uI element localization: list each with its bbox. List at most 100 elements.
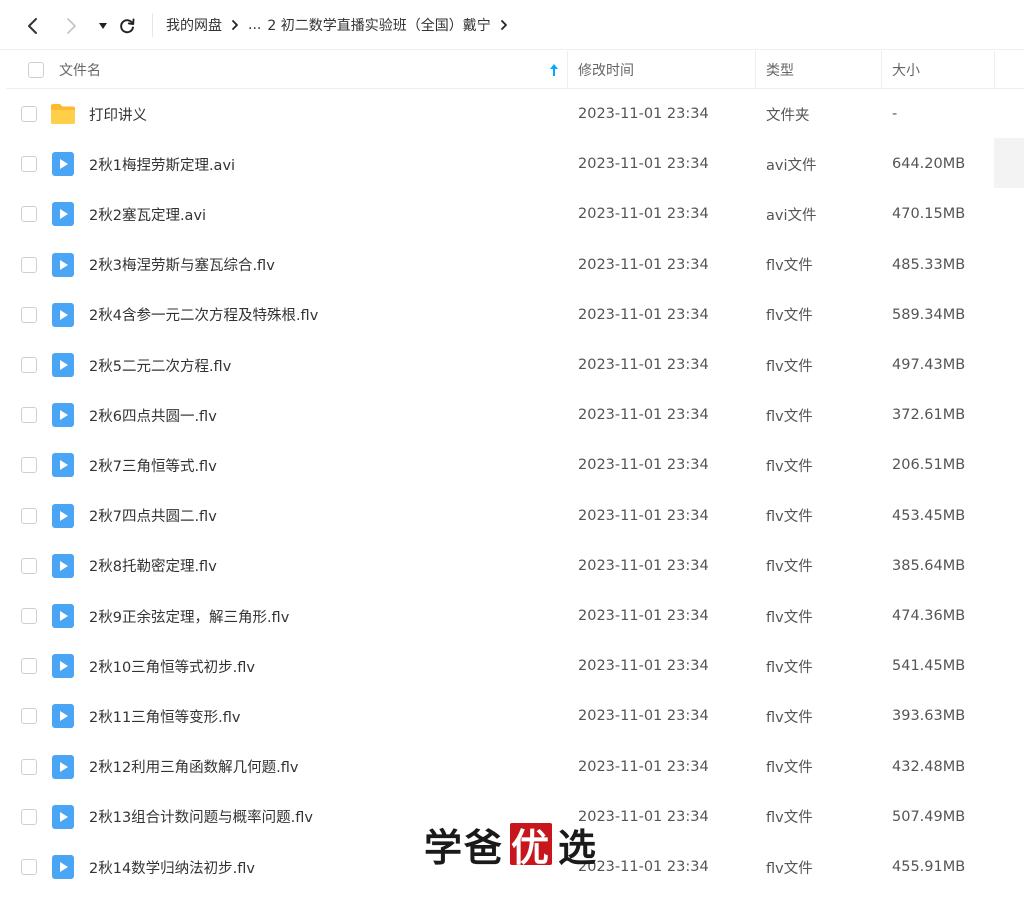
file-name[interactable]: 2秋9正余弦定理，解三角形.flv [89,591,289,641]
column-divider[interactable] [567,51,568,89]
file-row[interactable]: 2秋12利用三角函数解几何题.flv 2023-11-01 23:34 flv文件 4… [6,742,1024,792]
file-row[interactable]: 2秋6四点共圆一.flv 2023-11-01 23:34 flv文件 372.61M… [6,390,1024,440]
select-all-checkbox[interactable] [28,62,44,78]
forward-button[interactable] [59,14,83,38]
file-name[interactable]: 2秋14数学归纳法初步.flv [89,842,255,892]
file-type: flv文件 [766,659,813,676]
column-header-modified-label: 修改时间 [578,63,634,79]
column-header-type[interactable]: 类型 [766,51,794,89]
caret-down-icon [99,23,107,29]
column-header-type-label: 类型 [766,63,794,79]
row-checkbox-cell [21,89,37,139]
row-checkbox[interactable] [21,106,37,122]
column-header-modified[interactable]: 修改时间 [578,51,634,89]
file-modified-time: 2023-11-01 23:34 [578,457,709,474]
breadcrumb-root[interactable]: 我的网盘 [166,15,222,35]
file-row[interactable]: 打印讲义 2023-11-01 23:34 文件夹 - [6,89,1024,139]
file-size: 589.34MB [892,306,966,323]
file-modified-time: 2023-11-01 23:34 [578,206,709,223]
history-dropdown-button[interactable] [91,14,115,38]
file-name[interactable]: 2秋1梅捏劳斯定理.avi [89,139,235,189]
file-name[interactable]: 2秋10三角恒等式初步.flv [89,641,255,691]
row-checkbox-cell [21,139,37,189]
file-size: 385.64MB [892,557,966,574]
file-modified-time: 2023-11-01 23:34 [578,256,709,273]
row-checkbox[interactable] [21,507,37,524]
file-modified-time: 2023-11-01 23:34 [578,758,709,775]
file-row[interactable]: 2秋7三角恒等式.flv 2023-11-01 23:34 flv文件 206.51M… [6,440,1024,490]
file-type: avi文件 [766,157,817,174]
file-row[interactable]: 2秋3梅涅劳斯与塞瓦综合.flv 2023-11-01 23:34 flv文件 485… [6,240,1024,290]
file-size: 541.45MB [892,658,966,675]
file-name[interactable]: 2秋11三角恒等变形.flv [89,691,241,741]
video-file-icon [50,390,76,440]
breadcrumb: 我的网盘 ... 2 初二数学直播实验班（全国）戴宁 [166,0,517,50]
column-header-size[interactable]: 大小 [892,51,920,89]
video-file-icon [50,641,76,691]
file-name[interactable]: 2秋6四点共圆一.flv [89,390,217,440]
row-checkbox[interactable] [21,357,37,373]
row-checkbox-cell [21,792,37,842]
row-checkbox[interactable] [21,156,37,173]
file-row[interactable]: 2秋10三角恒等式初步.flv 2023-11-01 23:34 flv文件 541.… [6,641,1024,691]
video-file-icon [50,742,76,792]
file-row[interactable]: 2秋5二元二次方程.flv 2023-11-01 23:34 flv文件 497.43… [6,340,1024,390]
file-name[interactable]: 2秋13组合计数问题与概率问题.flv [89,792,313,842]
row-checkbox[interactable] [21,306,37,323]
refresh-icon [120,18,135,34]
video-file-icon [50,340,76,390]
row-checkbox[interactable] [21,758,37,775]
row-checkbox-cell [21,390,37,440]
row-checkbox[interactable] [21,708,37,725]
breadcrumb-ellipsis[interactable]: ... [248,17,261,33]
file-size: 455.91MB [892,859,966,875]
row-checkbox[interactable] [21,658,37,675]
file-type: flv文件 [766,860,813,877]
file-type: flv文件 [766,509,813,526]
row-checkbox[interactable] [21,457,37,474]
row-checkbox[interactable] [21,407,37,424]
file-name[interactable]: 2秋4含参一元二次方程及特殊根.flv [89,290,318,340]
file-name[interactable]: 2秋5二元二次方程.flv [89,340,231,390]
row-checkbox[interactable] [21,557,37,574]
file-name[interactable]: 2秋8托勒密定理.flv [89,541,217,591]
row-checkbox[interactable] [21,808,37,825]
column-divider[interactable] [755,51,756,89]
column-divider[interactable] [994,51,995,89]
file-row[interactable]: 2秋2塞瓦定理.avi 2023-11-01 23:34 avi文件 470.15MB [6,189,1024,239]
file-name[interactable]: 打印讲义 [89,89,147,139]
file-row[interactable]: 2秋9正余弦定理，解三角形.flv 2023-11-01 23:34 flv文件 47… [6,591,1024,641]
video-file-icon [50,591,76,641]
column-divider[interactable] [881,51,882,89]
file-row[interactable]: 2秋1梅捏劳斯定理.avi 2023-11-01 23:34 avi文件 644.20… [6,139,1024,189]
navigation-bar: 我的网盘 ... 2 初二数学直播实验班（全国）戴宁 [0,0,1024,50]
file-row[interactable]: 2秋8托勒密定理.flv 2023-11-01 23:34 flv文件 385.64M… [6,541,1024,591]
video-file-icon [50,240,76,290]
file-size: 497.43MB [892,357,966,373]
file-type: flv文件 [766,258,813,275]
file-name[interactable]: 2秋7三角恒等式.flv [89,440,217,490]
file-name[interactable]: 2秋12利用三角函数解几何题.flv [89,742,299,792]
chevron-right-icon [67,18,76,34]
video-file-icon [50,189,76,239]
file-row[interactable]: 2秋7四点共圆二.flv 2023-11-01 23:34 flv文件 453.45M… [6,491,1024,541]
column-header-name[interactable]: 文件名 [59,51,101,89]
file-modified-time: 2023-11-01 23:34 [578,407,709,424]
file-name[interactable]: 2秋2塞瓦定理.avi [89,189,206,239]
file-size: 474.36MB [892,608,966,624]
back-button[interactable] [21,14,45,38]
row-checkbox[interactable] [21,859,37,875]
file-name[interactable]: 2秋7四点共圆二.flv [89,491,217,541]
sort-ascending-icon[interactable] [549,51,559,89]
file-row[interactable]: 2秋4含参一元二次方程及特殊根.flv 2023-11-01 23:34 flv文件… [6,290,1024,340]
row-checkbox[interactable] [21,206,37,223]
file-size: 372.61MB [892,407,966,424]
row-checkbox[interactable] [21,608,37,624]
breadcrumb-separator-icon [226,16,244,34]
refresh-button[interactable] [115,14,139,38]
breadcrumb-current-folder[interactable]: 2 初二数学直播实验班（全国）戴宁 [267,15,490,35]
file-row[interactable]: 2秋11三角恒等变形.flv 2023-11-01 23:34 flv文件 393.6… [6,691,1024,741]
file-name[interactable]: 2秋3梅涅劳斯与塞瓦综合.flv [89,240,275,290]
row-checkbox[interactable] [21,256,37,273]
file-type: flv文件 [766,458,813,475]
